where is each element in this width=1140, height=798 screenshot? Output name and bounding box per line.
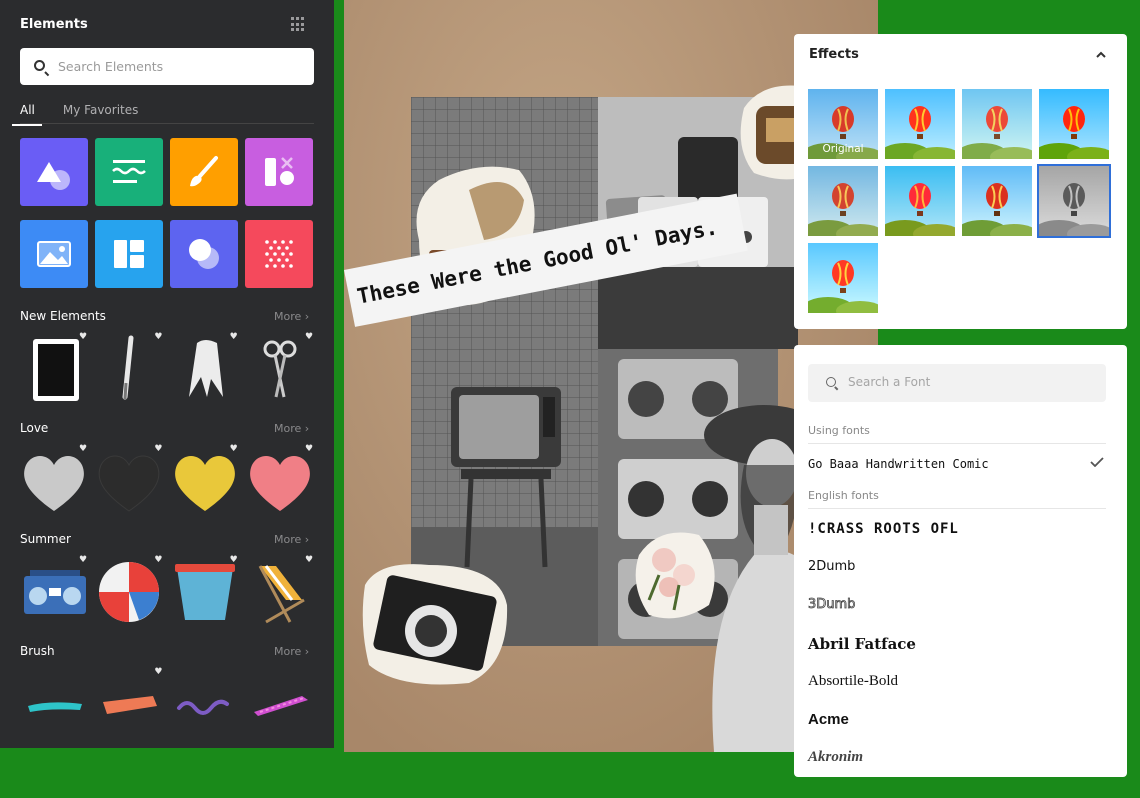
font-option[interactable]: Acme	[808, 711, 1106, 728]
icons-set-icon	[265, 157, 294, 186]
font-option-current[interactable]: Go Baaa Handwritten Comic	[808, 457, 1106, 471]
divider	[808, 443, 1106, 444]
flowers-sticker[interactable]	[629, 525, 719, 625]
font-option[interactable]: Absortile-Bold	[808, 673, 1106, 690]
font-option[interactable]: Akronim	[808, 749, 1106, 766]
section-title-summer: Summer	[20, 532, 71, 546]
bucket-element[interactable]: ♥	[171, 556, 239, 628]
image-category-tile[interactable]	[20, 220, 88, 288]
beach-ball-element[interactable]: ♥	[95, 556, 163, 628]
effect-thumbnail[interactable]	[962, 89, 1032, 159]
more-label: More	[274, 310, 302, 323]
section-title-new-elements: New Elements	[20, 309, 106, 323]
gold-heart-element[interactable]: ♥	[171, 445, 239, 517]
favorite-icon[interactable]: ♥	[79, 556, 88, 565]
layout-grid-icon	[114, 240, 144, 268]
search-font-input[interactable]: Search a Font	[808, 364, 1106, 402]
text-lines-icon	[112, 160, 146, 183]
pink-brush-stroke[interactable]	[246, 668, 314, 740]
using-fonts-label: Using fonts	[808, 424, 870, 437]
favorite-icon[interactable]: ♥	[79, 333, 88, 342]
shapes-category-tile[interactable]	[20, 138, 88, 206]
favorite-icon[interactable]: ♥	[230, 445, 239, 454]
divider	[808, 508, 1106, 509]
silver-heart-element[interactable]: ♥	[20, 445, 88, 517]
icons-category-tile[interactable]	[245, 138, 313, 206]
paintbrush-icon	[190, 156, 218, 187]
search-placeholder: Search Elements	[58, 59, 164, 74]
chevron-up-icon[interactable]	[1095, 49, 1107, 61]
font-name: Go Baaa Handwritten Comic	[808, 457, 989, 471]
tab-divider	[20, 123, 314, 124]
effects-panel: Effects Original	[794, 34, 1127, 329]
pink-heart-element[interactable]: ♥	[246, 445, 314, 517]
effect-thumbnail[interactable]	[1037, 164, 1111, 238]
favorite-icon[interactable]: ♥	[305, 333, 314, 342]
black-heart-element[interactable]: ♥	[95, 445, 163, 517]
effect-thumbnail[interactable]: Original	[808, 89, 878, 159]
more-link[interactable]: More ›	[274, 645, 309, 658]
section-title-brush: Brush	[20, 644, 55, 658]
favorite-icon[interactable]: ♥	[79, 445, 88, 454]
shapes-icon	[37, 162, 70, 190]
effect-thumbnail[interactable]	[808, 166, 878, 236]
effect-label: Original	[822, 143, 864, 155]
search-icon	[826, 377, 836, 387]
brush-category-tile[interactable]	[170, 138, 238, 206]
checkmark-icon	[1090, 457, 1104, 467]
dot-pattern-icon	[265, 240, 293, 268]
image-icon	[37, 241, 71, 267]
fonts-panel: Search a Font Using fonts Go Baaa Handwr…	[794, 345, 1127, 777]
favorite-icon[interactable]: ♥	[154, 556, 163, 565]
circles-icon	[189, 239, 219, 269]
favorite-icon[interactable]: ♥	[154, 445, 163, 454]
effects-title: Effects	[809, 47, 859, 62]
more-label: More	[274, 422, 302, 435]
pen-element[interactable]: ♥	[95, 333, 163, 405]
search-icon	[34, 60, 45, 71]
camera-sticker[interactable]	[359, 555, 509, 690]
more-label: More	[274, 645, 302, 658]
more-link[interactable]: More ›	[274, 533, 309, 546]
font-option[interactable]: Abril Fatface	[808, 635, 1106, 653]
search-elements-input[interactable]: Search Elements	[20, 48, 314, 85]
frame-element[interactable]: ♥	[20, 333, 88, 405]
font-option[interactable]: 3Dumb	[808, 597, 1106, 613]
grid-view-icon[interactable]	[291, 17, 306, 32]
layout-category-tile[interactable]	[95, 220, 163, 288]
boombox-element[interactable]: ♥	[20, 556, 88, 628]
text-category-tile[interactable]	[95, 138, 163, 206]
favorite-icon[interactable]: ♥	[305, 556, 314, 565]
effect-thumbnail[interactable]	[808, 243, 878, 313]
beach-chair-element[interactable]: ♥	[246, 556, 314, 628]
english-fonts-label: English fonts	[808, 489, 879, 502]
favorite-icon[interactable]: ♥	[154, 333, 163, 342]
scissors-element[interactable]: ♥	[246, 333, 314, 405]
more-link[interactable]: More ›	[274, 310, 309, 323]
section-title-love: Love	[20, 421, 49, 435]
orange-brush-stroke[interactable]: ♥	[95, 668, 163, 740]
effect-thumbnail[interactable]	[885, 166, 955, 236]
font-option[interactable]: 2Dumb	[808, 559, 1106, 574]
effect-thumbnail[interactable]	[1039, 89, 1109, 159]
more-label: More	[274, 533, 302, 546]
search-font-placeholder: Search a Font	[848, 375, 931, 389]
tape-element[interactable]: ♥	[171, 333, 239, 405]
more-link[interactable]: More ›	[274, 422, 309, 435]
sticker-category-tile[interactable]	[170, 220, 238, 288]
effect-thumbnail[interactable]	[885, 89, 955, 159]
teal-brush-stroke[interactable]	[20, 668, 88, 740]
purple-brush-squiggle[interactable]	[171, 668, 239, 740]
pattern-category-tile[interactable]	[245, 220, 313, 288]
favorite-icon[interactable]: ♥	[305, 445, 314, 454]
elements-panel: Elements Search Elements All My Favorite…	[0, 0, 334, 748]
favorite-icon[interactable]: ♥	[230, 333, 239, 342]
font-option[interactable]: !CRASS ROOTS OFL	[808, 521, 1106, 537]
effect-thumbnail[interactable]	[962, 166, 1032, 236]
favorite-icon[interactable]: ♥	[154, 668, 163, 677]
panel-title: Elements	[20, 17, 88, 32]
favorite-icon[interactable]: ♥	[230, 556, 239, 565]
